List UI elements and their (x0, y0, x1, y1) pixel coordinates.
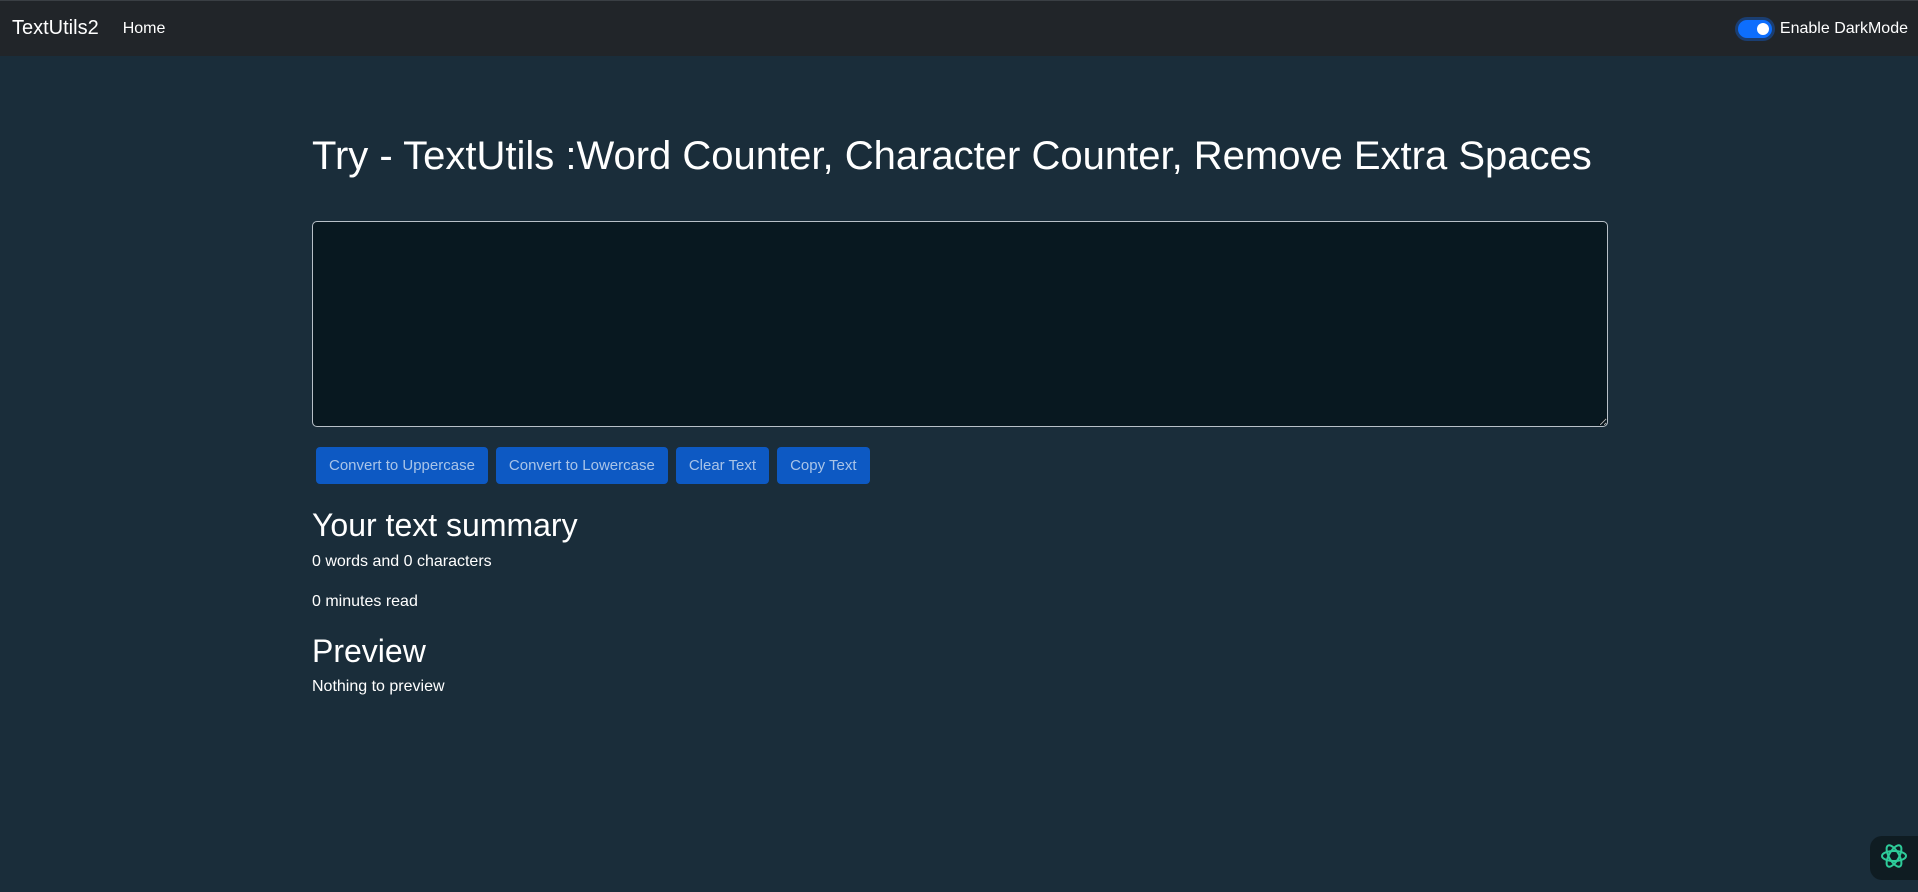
atom-assistant-icon (1879, 841, 1909, 876)
text-input-area[interactable] (312, 221, 1608, 427)
lowercase-button[interactable]: Convert to Lowercase (495, 447, 668, 484)
copy-text-button[interactable]: Copy Text (777, 447, 870, 484)
action-buttons: Convert to Uppercase Convert to Lowercas… (312, 447, 1608, 484)
navbar: TextUtils2 Home Enable DarkMode (0, 0, 1918, 56)
main-container: Try - TextUtils :Word Counter, Character… (312, 56, 1608, 699)
preview-text: Nothing to preview (312, 677, 445, 695)
preview-heading: Preview (312, 633, 426, 670)
brand-link[interactable]: TextUtils2 (12, 17, 99, 40)
clear-text-button[interactable]: Clear Text (675, 447, 770, 484)
assistant-button[interactable] (1870, 836, 1918, 880)
dark-mode-toggle-group: Enable DarkMode (1737, 1, 1908, 57)
page-title: Try - TextUtils :Word Counter, Character… (312, 134, 1592, 178)
word-char-count: 0 words and 0 characters (312, 553, 492, 571)
read-time: 0 minutes read (312, 593, 418, 611)
summary-heading: Your text summary (312, 507, 578, 543)
dark-mode-switch[interactable] (1737, 20, 1772, 38)
switch-knob (1756, 23, 1769, 35)
uppercase-button[interactable]: Convert to Uppercase (316, 447, 488, 484)
nav-link-home[interactable]: Home (123, 20, 166, 38)
dark-mode-label[interactable]: Enable DarkMode (1780, 20, 1908, 38)
